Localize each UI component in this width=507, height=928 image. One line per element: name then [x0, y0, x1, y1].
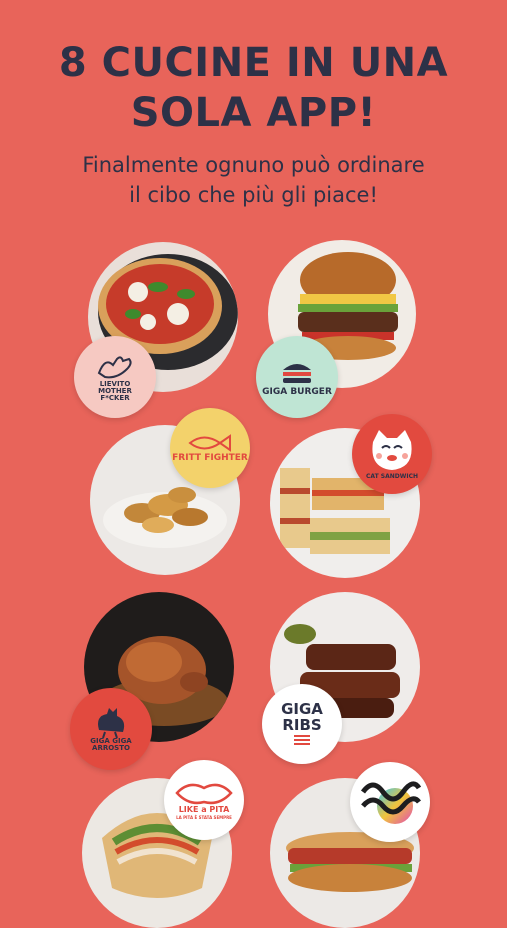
subtitle: Finalmente ognuno può ordinare il cibo c… — [0, 150, 507, 210]
giga-arrosto-badge-label: GIGA GIGA ARROSTO — [90, 737, 132, 752]
fritt-fighter-badge[interactable]: FRITT FIGHTER — [170, 408, 250, 488]
subtitle-line-2: il cibo che più gli piace! — [129, 183, 378, 207]
cat-face-icon — [372, 430, 412, 470]
like-a-pita-badge-sublabel: LA PITA È STATA SEMPRE — [176, 815, 232, 820]
like-a-pita-badge[interactable]: LIKE a PITA LA PITA È STATA SEMPRE — [164, 760, 244, 840]
headline-line-2: SOLA APP! — [130, 90, 377, 136]
lievito-badge-label: LIEVITO MOTHER F*CKER — [98, 379, 132, 402]
lips-icon — [175, 783, 233, 805]
giga-ribs-badge[interactable]: GIGA RIBS — [262, 684, 342, 764]
cat-sandwich-badge-label: CAT SANDWICH — [365, 473, 418, 480]
like-a-pita-badge-label: LIKE a PITA — [178, 805, 230, 814]
hand-icon — [97, 355, 132, 378]
wave-logo-icon — [360, 781, 421, 824]
ribs-icon — [294, 734, 310, 745]
giga-arrosto-badge[interactable]: GIGA GIGA ARROSTO — [70, 688, 152, 770]
fish-icon — [188, 433, 231, 452]
cat-sandwich-badge[interactable]: CAT SANDWICH — [352, 414, 432, 494]
giga-burger-badge-label: GIGA BURGER — [262, 386, 332, 397]
subtitle-line-1: Finalmente ognuno può ordinare — [82, 153, 425, 177]
rooster-icon — [98, 708, 125, 738]
headline: 8 CUCINE IN UNA SOLA APP! — [0, 38, 507, 138]
wave-brand-badge[interactable] — [350, 762, 430, 842]
burger-icon — [283, 363, 311, 383]
giga-ribs-badge-label: GIGA RIBS — [281, 700, 323, 734]
fritt-fighter-badge-label: FRITT FIGHTER — [172, 452, 248, 463]
giga-burger-badge[interactable]: GIGA BURGER — [256, 336, 338, 418]
lievito-badge[interactable]: LIEVITO MOTHER F*CKER — [74, 336, 156, 418]
headline-line-1: 8 CUCINE IN UNA — [58, 40, 449, 86]
